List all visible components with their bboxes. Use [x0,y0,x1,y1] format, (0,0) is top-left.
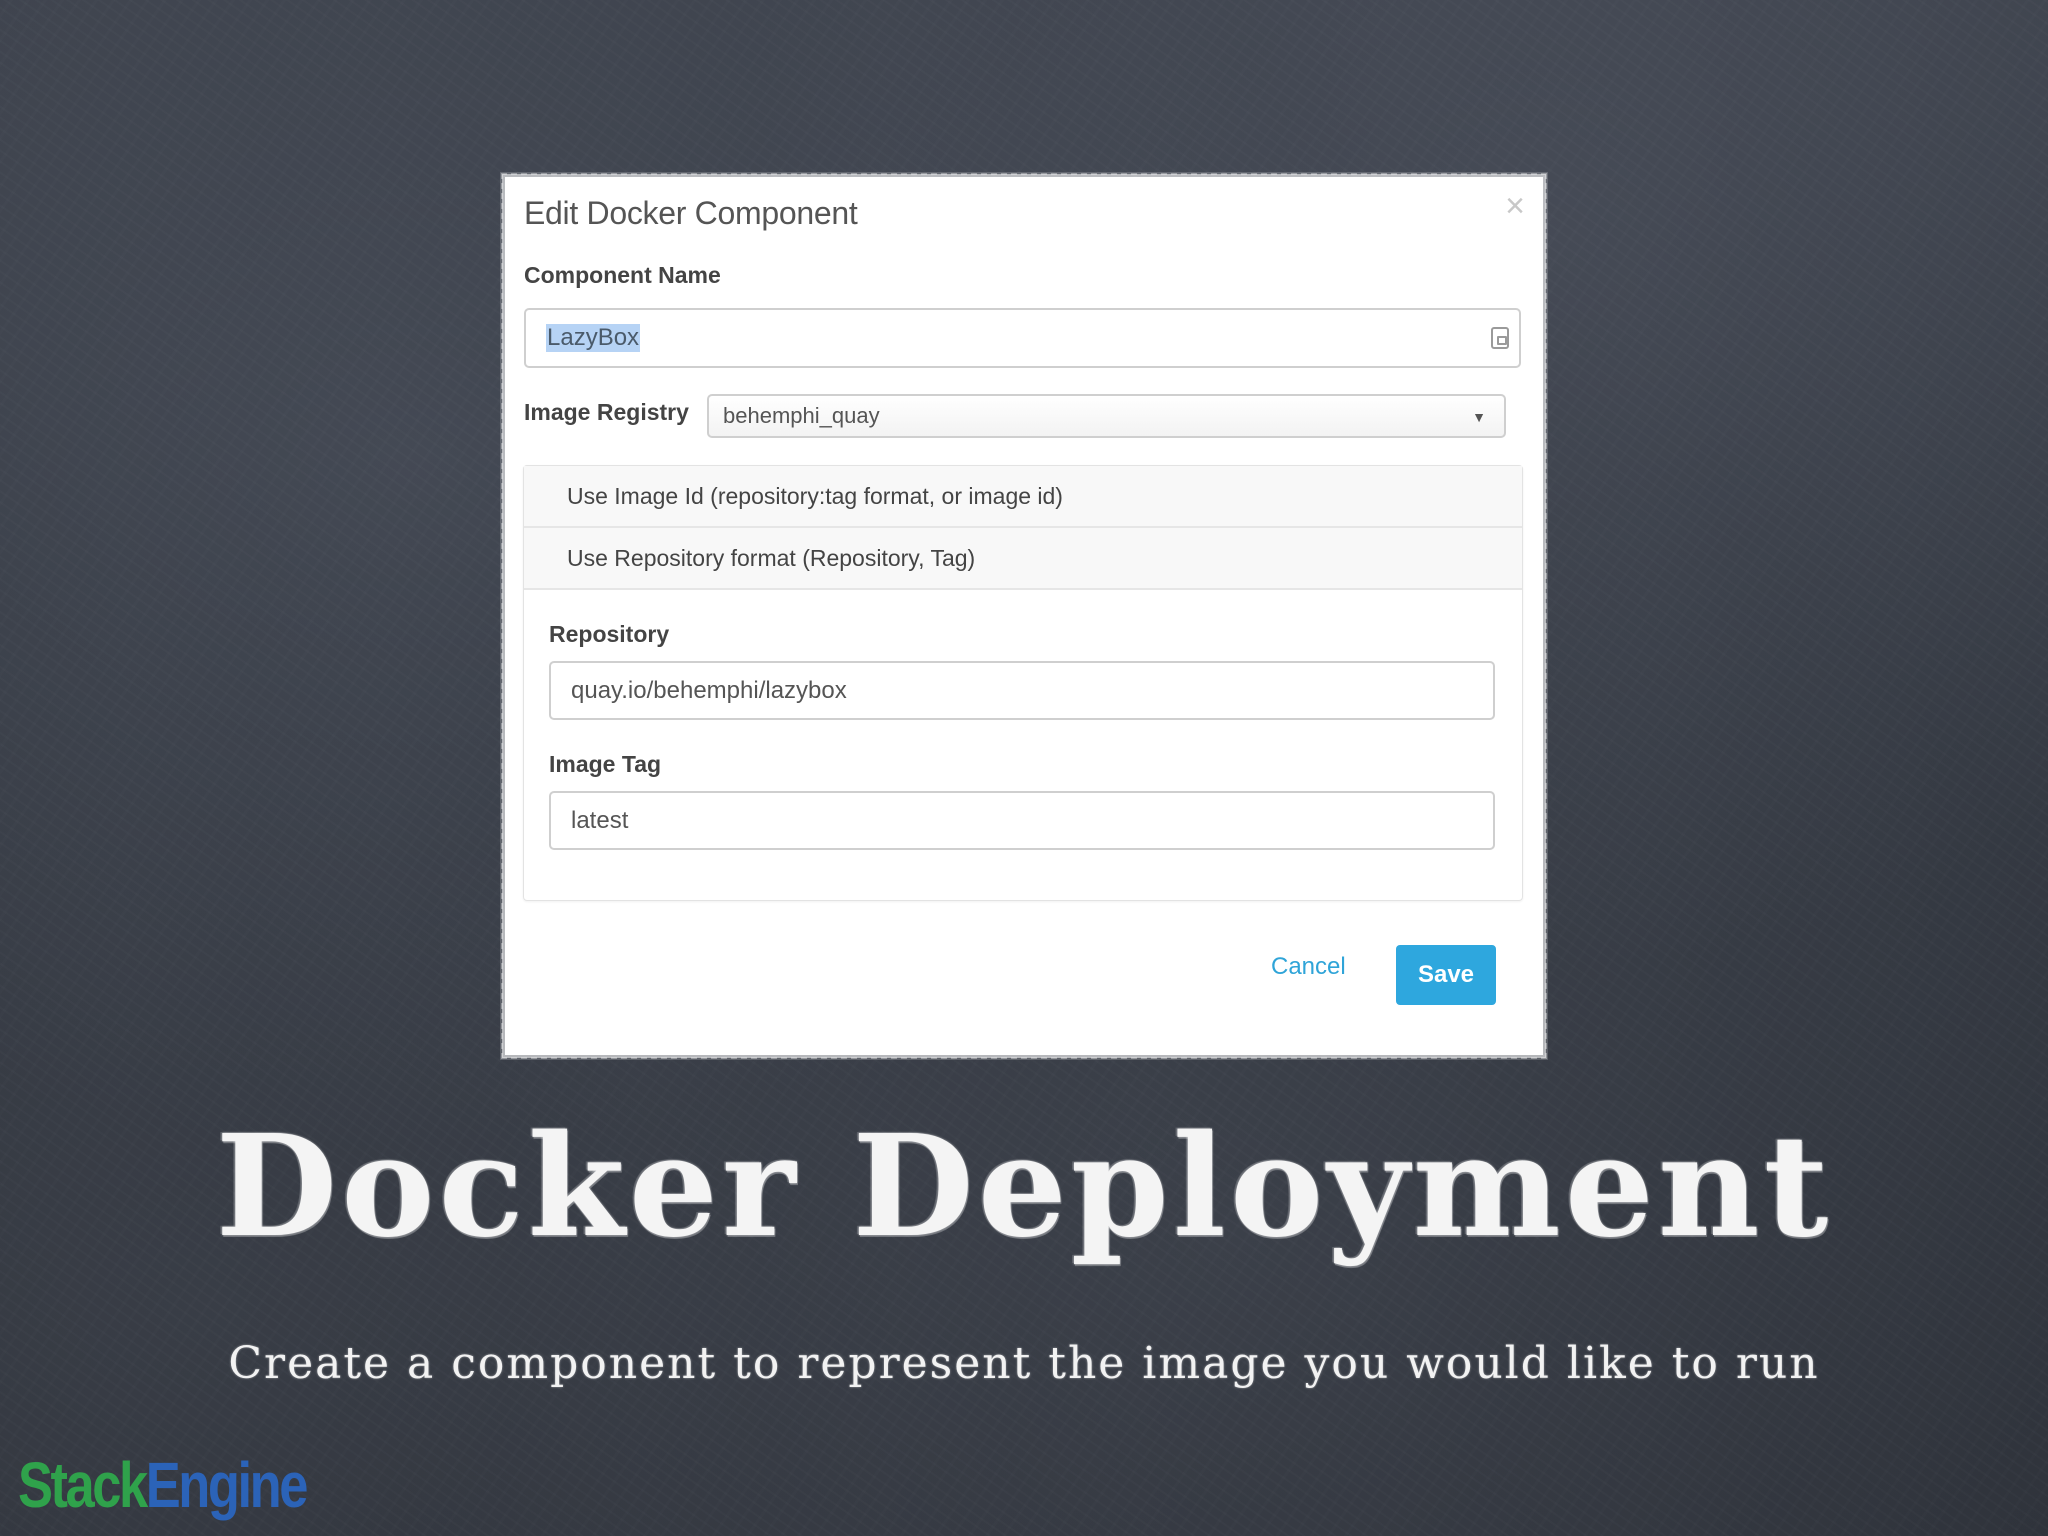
save-button[interactable]: Save [1396,945,1496,1005]
contact-card-icon[interactable] [1491,327,1509,349]
repository-value: quay.io/behemphi/lazybox [571,676,847,704]
edit-component-dialog: Edit Docker Component × Component Name L… [501,173,1547,1059]
chevron-down-icon: ▼ [1472,409,1486,425]
logo-engine-text: Engine [145,1449,309,1521]
logo-stack-text: Stack [18,1449,148,1521]
repository-label: Repository [549,621,670,647]
option-use-repository-format[interactable]: Use Repository format (Repository, Tag) [524,528,1522,590]
repository-input[interactable]: quay.io/behemphi/lazybox [549,661,1495,720]
image-tag-input[interactable]: latest [549,791,1495,850]
dialog-title: Edit Docker Component [524,195,858,231]
option-use-image-id[interactable]: Use Image Id (repository:tag format, or … [524,466,1522,528]
close-icon[interactable]: × [1505,189,1525,223]
option-use-repository-format-label: Use Repository format (Repository, Tag) [567,544,976,571]
image-registry-select[interactable]: behemphi_quay ▼ [707,394,1506,438]
stackengine-logo: StackEngine [18,1448,309,1522]
image-tag-value: latest [571,806,629,834]
image-registry-value: behemphi_quay [723,403,880,428]
image-source-panel: Use Image Id (repository:tag format, or … [523,465,1523,901]
component-name-value: LazyBox [546,324,641,352]
image-registry-label: Image Registry [524,399,689,425]
image-tag-label: Image Tag [549,751,662,777]
cancel-button[interactable]: Cancel [1271,953,1346,981]
component-name-label: Component Name [524,262,721,288]
slide-subtitle: Create a component to represent the imag… [228,1338,1820,1389]
component-name-input[interactable]: LazyBox [524,308,1521,368]
option-use-image-id-label: Use Image Id (repository:tag format, or … [567,482,1063,509]
slide-title: Docker Deployment [215,1105,1833,1269]
